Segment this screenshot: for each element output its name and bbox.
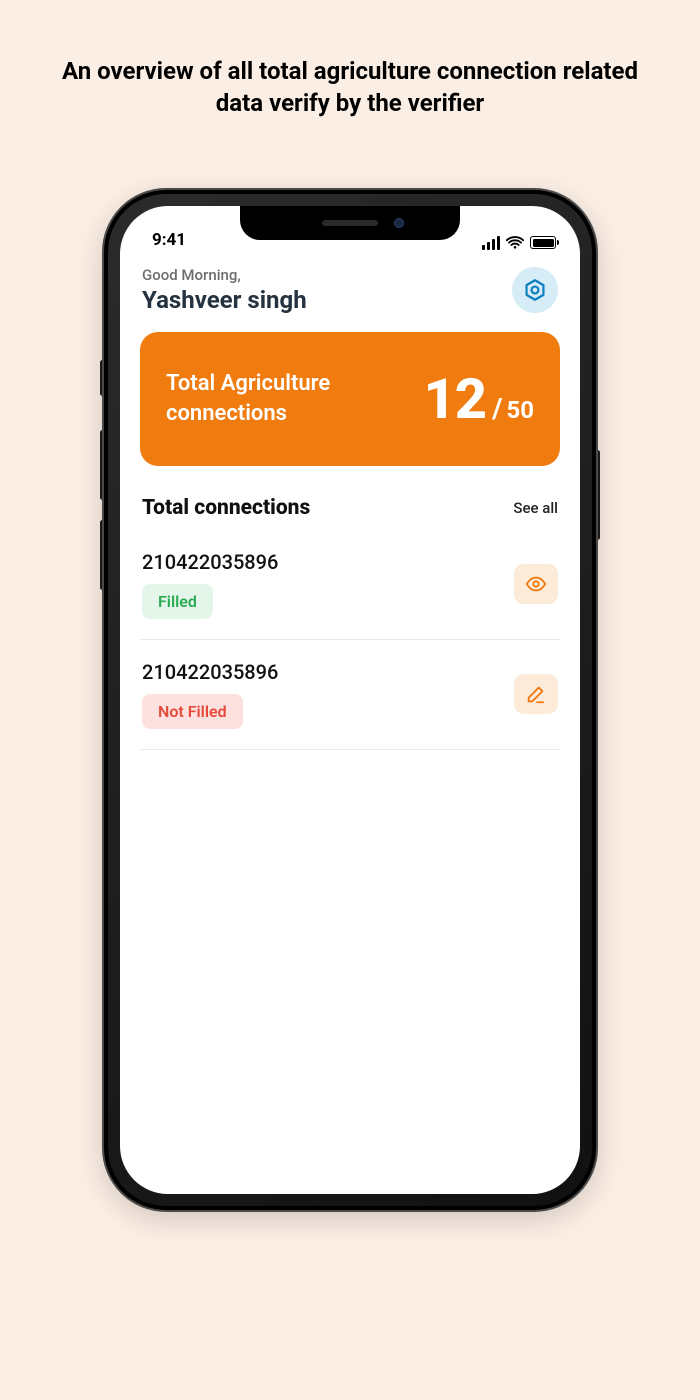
phone-notch xyxy=(240,206,460,240)
battery-icon xyxy=(530,236,556,249)
status-time: 9:41 xyxy=(148,230,186,250)
view-button[interactable] xyxy=(514,564,558,604)
cellular-signal-icon xyxy=(482,236,500,250)
status-badge: Filled xyxy=(142,584,213,619)
hero-count-total: 50 xyxy=(506,396,534,424)
edit-icon xyxy=(525,683,547,705)
hero-count-separator: / xyxy=(492,392,502,425)
hero-count-current: 12 xyxy=(423,366,486,432)
phone-screen: 9:41 Good Morning, xyxy=(120,206,580,1194)
total-connections-card: Total Agriculture connections 12 / 50 xyxy=(140,332,560,466)
phone-speaker xyxy=(322,220,378,226)
hero-count: 12 / 50 xyxy=(423,366,534,432)
connection-id: 210422035896 xyxy=(142,660,278,684)
list-item[interactable]: 210422035896 Not Filled xyxy=(140,640,560,750)
section-title: Total connections xyxy=(142,496,310,520)
hero-label: Total Agriculture connections xyxy=(166,369,376,428)
connections-list: 210422035896 Filled 210422035896 Not Fil… xyxy=(140,530,560,750)
phone-mockup: 9:41 Good Morning, xyxy=(104,190,596,1210)
eye-icon xyxy=(525,573,547,595)
see-all-link[interactable]: See all xyxy=(513,499,558,517)
greeting-block: Good Morning, Yashveer singh xyxy=(142,266,307,314)
connection-id: 210422035896 xyxy=(142,550,278,574)
status-icons xyxy=(482,236,556,250)
settings-gear-icon xyxy=(522,277,548,303)
phone-camera xyxy=(394,218,404,228)
status-badge: Not Filled xyxy=(142,694,243,729)
user-name: Yashveer singh xyxy=(142,286,307,314)
list-item[interactable]: 210422035896 Filled xyxy=(140,530,560,640)
greeting-text: Good Morning, xyxy=(142,266,307,284)
settings-button[interactable] xyxy=(512,267,558,313)
page-title: An overview of all total agriculture con… xyxy=(0,0,700,120)
wifi-icon xyxy=(506,236,524,250)
edit-button[interactable] xyxy=(514,674,558,714)
